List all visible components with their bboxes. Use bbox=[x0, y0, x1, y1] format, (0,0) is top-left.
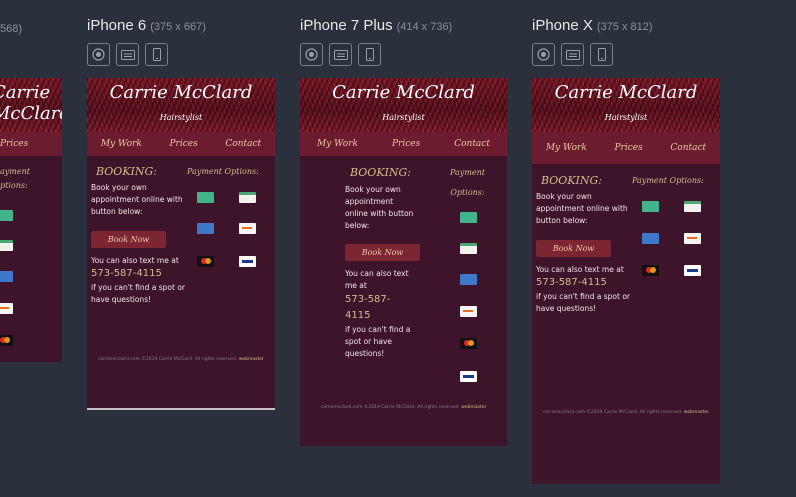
cash-icon bbox=[642, 201, 659, 212]
discover-icon bbox=[684, 233, 701, 244]
site-nav: Prices bbox=[0, 132, 62, 156]
device-preview-iphone7plus: Carrie McClard Hairstylist My Work Price… bbox=[300, 78, 507, 446]
device-controls-iphone6 bbox=[87, 43, 168, 66]
site-nav: My Work Prices Contact bbox=[532, 132, 720, 164]
nav-my-work[interactable]: My Work bbox=[546, 143, 587, 153]
nav-prices[interactable]: Prices bbox=[0, 139, 28, 149]
device-preview-partial: Carrie McClard Prices aymentptions: bbox=[0, 78, 62, 362]
scroll-edge bbox=[87, 408, 275, 410]
nav-contact[interactable]: Contact bbox=[225, 139, 261, 149]
phone-number[interactable]: 573-587-4115 bbox=[91, 266, 162, 281]
booking-text: Book your own appointment online with bu… bbox=[345, 185, 414, 230]
webmaster-link[interactable]: webmaster bbox=[239, 357, 264, 362]
spot-text: if you can't find a spot or have questio… bbox=[91, 283, 185, 304]
visa-icon bbox=[239, 256, 256, 267]
mastercard-icon bbox=[0, 335, 13, 346]
site-name: Carrie McClard bbox=[332, 82, 475, 103]
site-name: Carrie McClard bbox=[554, 82, 698, 103]
booking-title: BOOKING: bbox=[96, 165, 158, 178]
discover-icon bbox=[239, 223, 256, 234]
keyboard-icon[interactable] bbox=[116, 43, 139, 66]
amex-icon bbox=[197, 223, 214, 234]
nav-my-work[interactable]: My Work bbox=[101, 139, 142, 149]
device-preview-iphone6: Carrie McClard Hairstylist My Work Price… bbox=[87, 78, 275, 410]
book-now-button[interactable]: Book Now bbox=[91, 231, 166, 248]
booking-title: BOOKING: bbox=[541, 174, 603, 187]
site-footer: carriemcclard.com ©2019 Carrie McClard. … bbox=[543, 410, 709, 415]
hero-banner: Carrie McClard bbox=[0, 78, 62, 132]
amex-icon bbox=[460, 274, 477, 285]
site-footer: carriemcclard.com ©2019 Carrie McClard. … bbox=[320, 405, 487, 410]
keyboard-icon[interactable] bbox=[561, 43, 584, 66]
book-now-button[interactable]: Book Now bbox=[345, 244, 420, 261]
payment-title: Payment Options: bbox=[632, 176, 704, 185]
check-icon bbox=[0, 240, 13, 251]
target-icon[interactable] bbox=[532, 43, 555, 66]
phone-icon[interactable] bbox=[145, 43, 168, 66]
hero-banner: Carrie McClard Hairstylist bbox=[300, 78, 507, 132]
nav-prices[interactable]: Prices bbox=[169, 139, 197, 149]
booking-title: BOOKING: bbox=[350, 166, 412, 179]
mastercard-icon bbox=[642, 265, 659, 276]
nav-prices[interactable]: Prices bbox=[392, 139, 420, 149]
cash-icon bbox=[460, 212, 477, 223]
hero-banner: Carrie McClard Hairstylist bbox=[532, 78, 720, 132]
device-controls-iphone7plus bbox=[300, 43, 381, 66]
webmaster-link[interactable]: webmaster bbox=[461, 405, 486, 410]
text-me-label: You can also text me at bbox=[345, 269, 409, 290]
site-role: Hairstylist bbox=[604, 113, 648, 122]
payment-title: Payment Options: bbox=[450, 168, 485, 197]
amex-icon bbox=[642, 233, 659, 244]
site-footer: carriemcclard.com ©2019 Carrie McClard. … bbox=[98, 357, 264, 362]
phone-number[interactable]: 573-587-4115 bbox=[536, 275, 607, 290]
cash-icon bbox=[197, 192, 214, 203]
mastercard-icon bbox=[460, 338, 477, 349]
hero-banner: Carrie McClard Hairstylist bbox=[87, 78, 275, 132]
site-nav: My Work Prices Contact bbox=[300, 132, 507, 156]
nav-my-work[interactable]: My Work bbox=[317, 139, 358, 149]
device-dims-partial: 568) bbox=[0, 23, 23, 35]
book-now-button[interactable]: Book Now bbox=[536, 240, 611, 257]
keyboard-icon[interactable] bbox=[329, 43, 352, 66]
check-icon bbox=[684, 201, 701, 212]
check-icon bbox=[239, 192, 256, 203]
check-icon bbox=[460, 243, 477, 254]
discover-icon bbox=[0, 303, 13, 314]
device-title-iphonex: iPhone X (375 x 812) bbox=[532, 17, 653, 34]
nav-prices[interactable]: Prices bbox=[614, 143, 642, 153]
payment-title: Payment Options: bbox=[187, 167, 259, 176]
device-controls-iphonex bbox=[532, 43, 613, 66]
device-title-iphone6: iPhone 6 (375 x 667) bbox=[87, 17, 206, 34]
booking-text: Book your own appointment online with bu… bbox=[536, 192, 628, 225]
site-role: Hairstylist bbox=[382, 113, 425, 122]
nav-contact[interactable]: Contact bbox=[454, 139, 490, 149]
target-icon[interactable] bbox=[300, 43, 323, 66]
visa-icon bbox=[684, 265, 701, 276]
visa-icon bbox=[460, 371, 477, 382]
spot-text: if you can't find a spot or have questio… bbox=[536, 292, 630, 313]
mastercard-icon bbox=[197, 256, 214, 267]
cash-icon bbox=[0, 210, 13, 221]
phone-number-line1[interactable]: 573-587- bbox=[345, 292, 390, 307]
amex-icon bbox=[0, 271, 13, 282]
site-role: Hairstylist bbox=[159, 113, 203, 122]
device-title-iphone7plus: iPhone 7 Plus (414 x 736) bbox=[300, 17, 453, 34]
phone-icon[interactable] bbox=[590, 43, 613, 66]
webmaster-link[interactable]: webmaster bbox=[684, 410, 709, 415]
nav-contact[interactable]: Contact bbox=[670, 143, 706, 153]
device-preview-iphonex: Carrie McClard Hairstylist My Work Price… bbox=[532, 78, 720, 484]
payment-title: ayment ptions: bbox=[0, 167, 30, 190]
site-name: Carrie McClard bbox=[109, 82, 253, 103]
booking-text: Book your own appointment online with bu… bbox=[91, 183, 183, 216]
target-icon[interactable] bbox=[87, 43, 110, 66]
site-name: Carrie McClard bbox=[0, 82, 62, 124]
discover-icon bbox=[460, 306, 477, 317]
phone-number-line2[interactable]: 4115 bbox=[345, 308, 370, 323]
phone-icon[interactable] bbox=[358, 43, 381, 66]
spot-text: if you can't find a spot or have questio… bbox=[345, 325, 411, 358]
site-nav: My Work Prices Contact bbox=[87, 132, 275, 156]
